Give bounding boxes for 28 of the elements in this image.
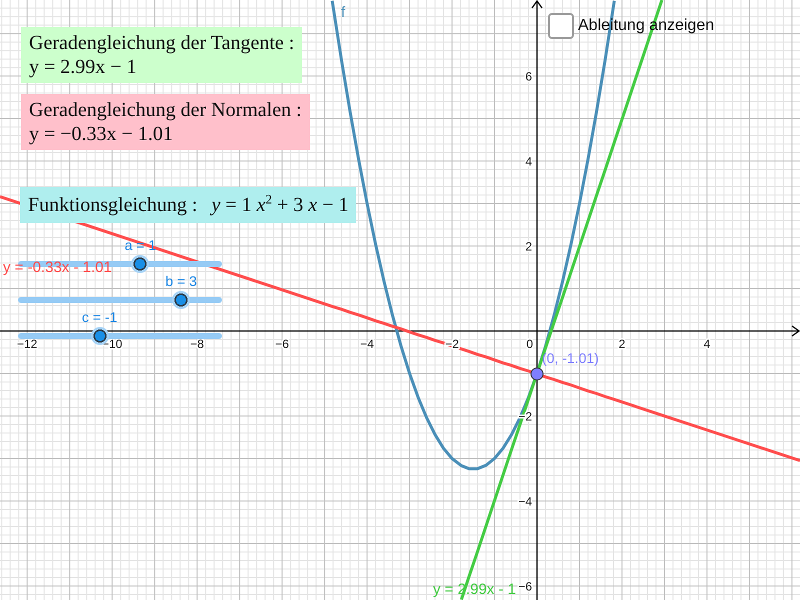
axis-tick-label: −6 [518, 579, 532, 594]
axis-tick-label: −2 [445, 337, 459, 352]
axis-tick-label: 4 [525, 154, 532, 169]
slider-label: c = -1 [82, 309, 118, 326]
card-title: Geradengleichung der Normalen : [29, 98, 302, 122]
axis-tick-label: 6 [525, 70, 532, 84]
axis-tick-label: 2 [618, 337, 626, 352]
card-title: Funktionsgleichung : [28, 193, 198, 217]
slider-label: b = 3 [165, 273, 197, 290]
axis-tick-label: −6 [275, 337, 289, 352]
equation-text: y = −0.33x − 1.01 [29, 122, 174, 146]
slider-label: a = 1 [124, 237, 156, 254]
curve-label: y = -0.33x - 1.01 [3, 259, 112, 276]
axis-tick-label: −10 [102, 337, 122, 352]
slider-track[interactable] [18, 291, 222, 309]
axis-tick-label: 4 [704, 337, 710, 352]
curve-label: f [341, 4, 346, 21]
axis-tick-label: −8 [190, 337, 204, 352]
axis-tick-label: −12 [17, 337, 38, 352]
axis-tick-label: −4 [360, 337, 374, 352]
axis-tick-label: 2 [525, 240, 532, 254]
equation-text: y = 2.99x − 1 [29, 55, 138, 79]
axis-tick-label: −4 [518, 494, 532, 508]
origin-label: 0 [526, 337, 534, 352]
checkbox[interactable] [548, 13, 574, 39]
card-title: Geradengleichung der Tangente : [29, 31, 294, 55]
equation-text: y = 1 x$^{2}$ + 3 x − 1 [211, 193, 348, 217]
point-label: (0, -1.01) [542, 350, 599, 366]
